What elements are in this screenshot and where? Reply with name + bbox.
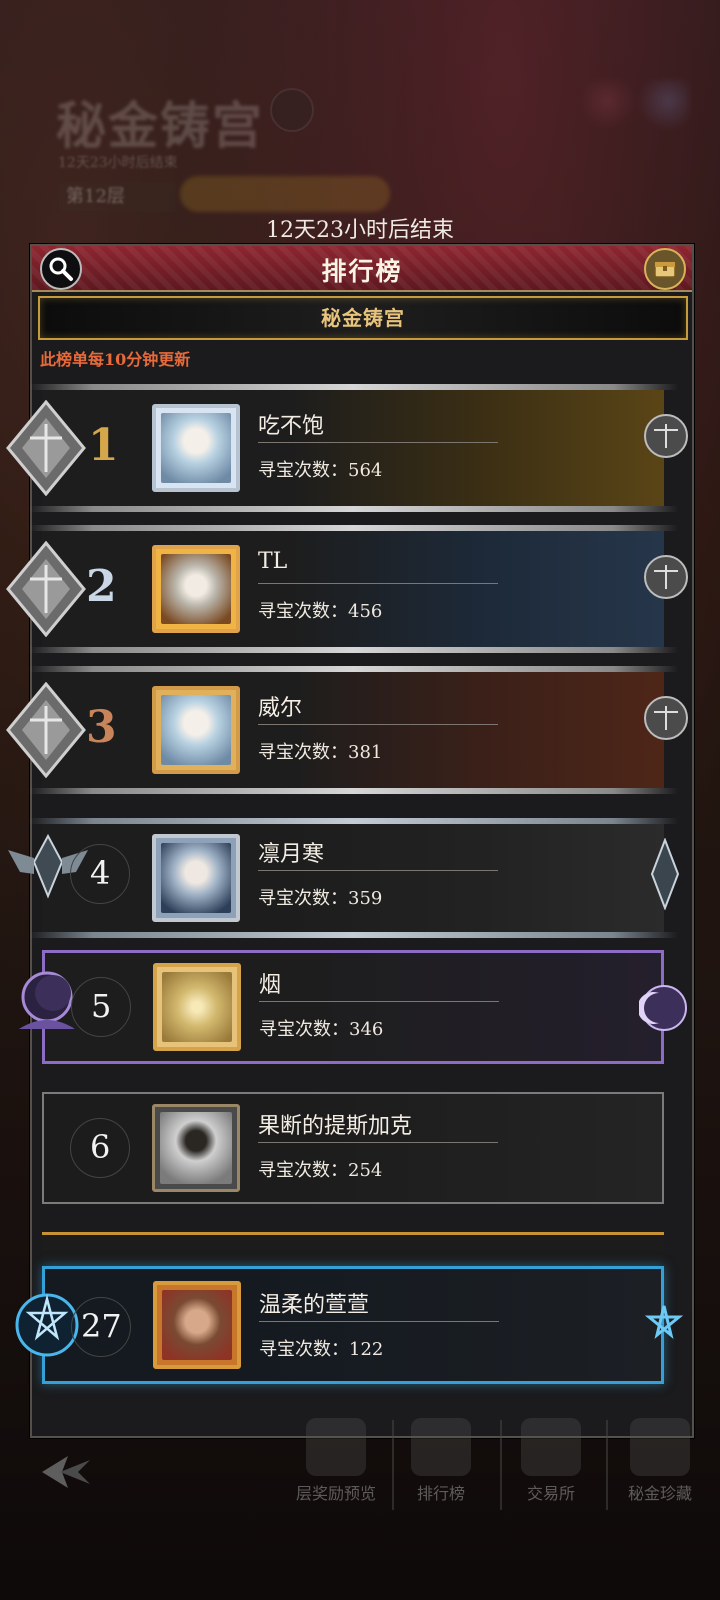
player-score: 寻宝次数：359 (258, 888, 383, 909)
rank-number: 5 (91, 987, 112, 1025)
nav-exchange[interactable]: 交易所 (508, 1418, 594, 1528)
moon-icon (637, 983, 689, 1037)
bg-hint-pill (180, 176, 390, 212)
player-name: 果断的提斯加克 (258, 1114, 413, 1139)
player-score: 寻宝次数：564 (258, 460, 383, 481)
avatar[interactable] (152, 686, 240, 774)
reward-preview-icon (306, 1418, 366, 1476)
player-name: 烟 (259, 973, 282, 998)
crystal-icon (650, 837, 680, 914)
scale-icon (642, 694, 690, 746)
rank-1-emblem-icon (2, 399, 90, 500)
nav-layer-rewards[interactable]: 层奖励预览 (286, 1418, 386, 1528)
player-score: 寻宝次数：346 (259, 1019, 384, 1040)
leaderboard-row-6[interactable]: 6 果断的提斯加克 寻宝次数：254 (42, 1092, 664, 1204)
nav-leaderboard[interactable]: 排行榜 (398, 1418, 484, 1528)
avatar[interactable] (152, 834, 240, 922)
rank-number: 2 (86, 561, 117, 612)
merchant-icon (521, 1418, 581, 1476)
rank-number: 1 (88, 420, 119, 471)
nav-treasure[interactable]: 秘金珍藏 (612, 1418, 708, 1528)
panel-header: 排行榜 (32, 246, 692, 292)
back-button[interactable] (38, 1450, 94, 1498)
back-arrow-icon (42, 1456, 90, 1488)
rank-2-emblem-icon (2, 540, 90, 641)
rank-3-emblem-icon (2, 681, 90, 782)
event-name: 秘金铸宫 (321, 306, 405, 330)
rank-number: 4 (90, 854, 111, 892)
countdown-timer: 12天23小时后结束 (266, 218, 454, 243)
chest-icon (654, 261, 676, 278)
bg-floor-label: 第12层 (58, 182, 176, 212)
bg-event-title: 秘金铸宫 (56, 96, 264, 155)
panel-title: 排行榜 (321, 257, 403, 286)
leaderboard-row-1[interactable]: 1 吃不饱 寻宝次数：564 (6, 384, 688, 512)
player-name: 吃不饱 (258, 414, 325, 439)
scale-icon (642, 412, 690, 464)
player-score: 寻宝次数：254 (258, 1160, 383, 1181)
rank-number: 27 (81, 1307, 122, 1345)
avatar[interactable] (152, 404, 240, 492)
leaderboard-row-3[interactable]: 3 威尔 寻宝次数：381 (6, 666, 688, 794)
bg-search-icon (270, 88, 314, 132)
event-name-banner: 秘金铸宫 (38, 296, 688, 340)
avatar[interactable] (153, 963, 241, 1051)
update-note: 此榜单每10分钟更新 (40, 350, 191, 369)
bg-resource-icons (580, 80, 690, 150)
scale-icon (642, 553, 690, 605)
player-score: 寻宝次数：122 (259, 1339, 384, 1360)
avatar[interactable] (153, 1281, 241, 1369)
avatar[interactable] (152, 545, 240, 633)
rank-number: 6 (90, 1128, 111, 1166)
leaderboard-row-2[interactable]: 2 TL 寻宝次数：456 (6, 525, 688, 653)
trophy-icon (411, 1418, 471, 1476)
leaderboard-row-4[interactable]: 4 凛月寒 寻宝次数：359 (8, 818, 680, 938)
player-name: 威尔 (258, 696, 303, 721)
player-score: 寻宝次数：381 (258, 742, 383, 763)
avatar[interactable] (152, 1104, 240, 1192)
bg-subtitle: 12天23小时后结束 (58, 155, 178, 171)
leaderboard-row-5[interactable]: 5 烟 寻宝次数：346 (19, 950, 687, 1064)
treasure-icon (630, 1418, 690, 1476)
player-score: 寻宝次数：456 (258, 601, 383, 622)
rank-number: 3 (86, 702, 117, 753)
hidden-row (42, 1232, 664, 1265)
self-rank-row[interactable]: 27 温柔的萱萱 寻宝次数：122 (15, 1266, 684, 1384)
reward-chest-button[interactable] (644, 248, 686, 290)
player-name: 凛月寒 (258, 842, 325, 867)
star-icon (641, 1303, 687, 1353)
player-name: 温柔的萱萱 (259, 1293, 370, 1318)
player-name: TL (258, 549, 288, 574)
